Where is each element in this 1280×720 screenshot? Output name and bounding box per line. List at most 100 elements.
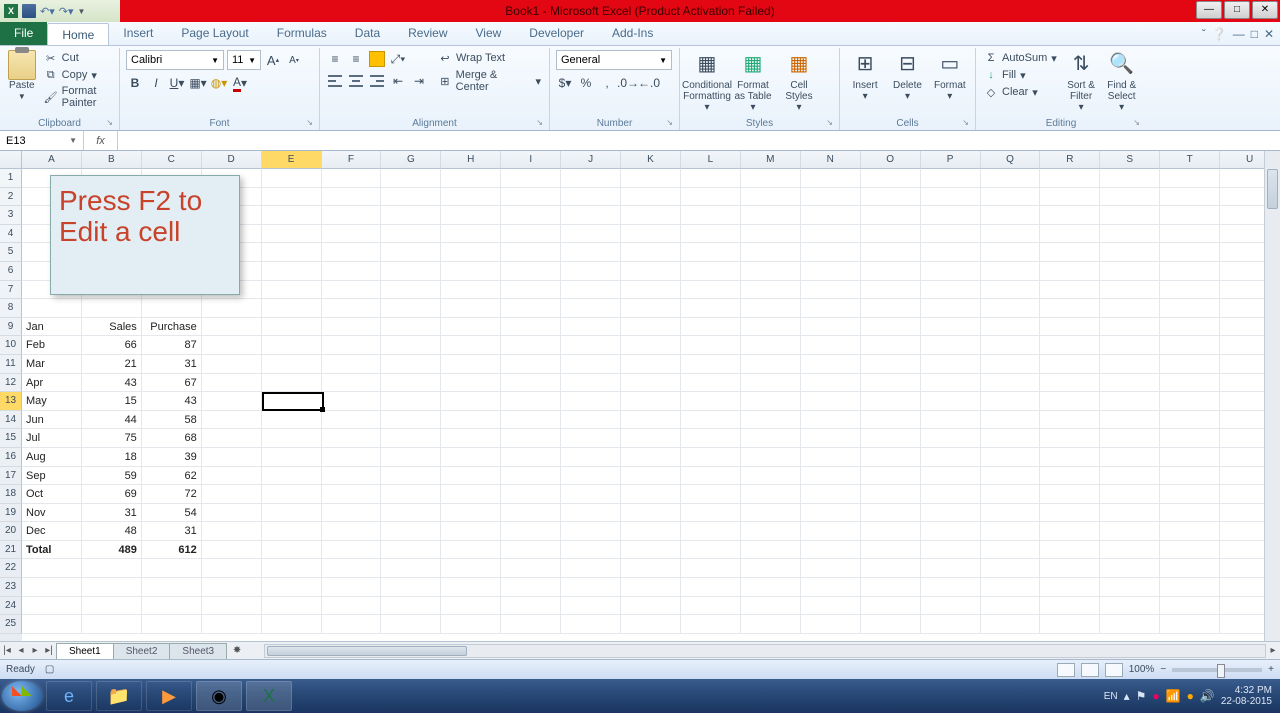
cell[interactable]: 67 [142,374,202,393]
cell[interactable] [262,411,322,430]
cell[interactable]: Aug [22,448,82,467]
cell[interactable] [22,615,82,634]
cell[interactable]: Total [22,541,82,560]
cell[interactable] [621,597,681,616]
cell[interactable] [381,485,441,504]
cell[interactable] [441,225,501,244]
cell[interactable] [861,467,921,486]
cell[interactable] [921,188,981,207]
cell[interactable] [1100,504,1160,523]
cell[interactable] [1100,485,1160,504]
cell[interactable] [1100,559,1160,578]
cell[interactable] [501,318,561,337]
cell[interactable] [262,522,322,541]
select-all-corner[interactable] [0,151,22,169]
accounting-format-icon[interactable]: $▾ [556,74,574,92]
sheet-tab-3[interactable]: Sheet3 [169,643,227,659]
shrink-font-icon[interactable]: A▾ [285,51,303,69]
cell[interactable] [1100,336,1160,355]
row-header-24[interactable]: 24 [0,597,22,616]
cell[interactable] [1160,559,1220,578]
cell[interactable] [262,485,322,504]
cell[interactable] [441,188,501,207]
cell[interactable]: 39 [142,448,202,467]
cell[interactable] [1040,429,1100,448]
cell[interactable] [1160,504,1220,523]
col-header-N[interactable]: N [801,151,861,169]
cell[interactable] [1160,299,1220,318]
cell[interactable] [322,225,382,244]
cell[interactable] [801,467,861,486]
cell[interactable] [921,559,981,578]
cell[interactable] [1040,541,1100,560]
cell[interactable] [981,188,1041,207]
cell[interactable] [381,355,441,374]
sheet-nav-first-icon[interactable]: |◂ [0,645,14,656]
cell[interactable] [22,299,82,318]
cell[interactable] [262,243,322,262]
cell[interactable] [501,336,561,355]
cell[interactable] [1100,355,1160,374]
cell[interactable]: Dec [22,522,82,541]
cell[interactable] [861,578,921,597]
row-header-16[interactable]: 16 [0,448,22,467]
page-layout-view-icon[interactable] [1081,663,1099,677]
cell[interactable] [322,541,382,560]
cell[interactable]: 59 [82,467,142,486]
col-header-H[interactable]: H [441,151,501,169]
cell[interactable]: Sales [82,318,142,337]
cell[interactable] [681,225,741,244]
row-header-22[interactable]: 22 [0,559,22,578]
cell[interactable] [741,355,801,374]
cell[interactable] [262,281,322,300]
row-header-14[interactable]: 14 [0,411,22,430]
cell[interactable] [1160,448,1220,467]
cell[interactable] [1160,243,1220,262]
cell[interactable]: 31 [82,504,142,523]
cell[interactable] [381,243,441,262]
cell[interactable] [262,374,322,393]
cell[interactable] [681,559,741,578]
cell[interactable] [561,392,621,411]
cell[interactable] [322,485,382,504]
cell[interactable]: May [22,392,82,411]
cell[interactable] [981,411,1041,430]
cell[interactable] [381,336,441,355]
cell[interactable] [861,374,921,393]
cell[interactable] [981,467,1041,486]
cell[interactable] [1160,411,1220,430]
cell[interactable] [381,559,441,578]
decrease-indent-icon[interactable]: ⇤ [389,72,407,90]
cell[interactable] [441,206,501,225]
cell[interactable] [981,615,1041,634]
cell[interactable] [981,392,1041,411]
cell[interactable] [1040,206,1100,225]
cell[interactable] [501,615,561,634]
cell[interactable] [1100,225,1160,244]
col-header-D[interactable]: D [202,151,262,169]
cell[interactable] [381,374,441,393]
cell[interactable] [861,448,921,467]
cell[interactable] [681,429,741,448]
cell[interactable] [1100,597,1160,616]
cell[interactable] [981,355,1041,374]
cell[interactable] [981,374,1041,393]
cell[interactable] [561,615,621,634]
find-select-button[interactable]: 🔍Find & Select ▾ [1103,50,1140,113]
cell[interactable]: 21 [82,355,142,374]
comma-format-icon[interactable]: , [598,74,616,92]
cell[interactable] [322,206,382,225]
col-header-O[interactable]: O [861,151,921,169]
col-header-I[interactable]: I [501,151,561,169]
cell[interactable] [621,318,681,337]
cell[interactable] [82,559,142,578]
align-center-icon[interactable] [347,72,365,90]
close-button[interactable]: ✕ [1252,1,1278,19]
cell[interactable] [861,225,921,244]
cell[interactable] [981,597,1041,616]
row-header-8[interactable]: 8 [0,299,22,318]
cell[interactable] [621,392,681,411]
cell[interactable]: 43 [142,392,202,411]
col-header-F[interactable]: F [322,151,382,169]
cell[interactable] [981,578,1041,597]
